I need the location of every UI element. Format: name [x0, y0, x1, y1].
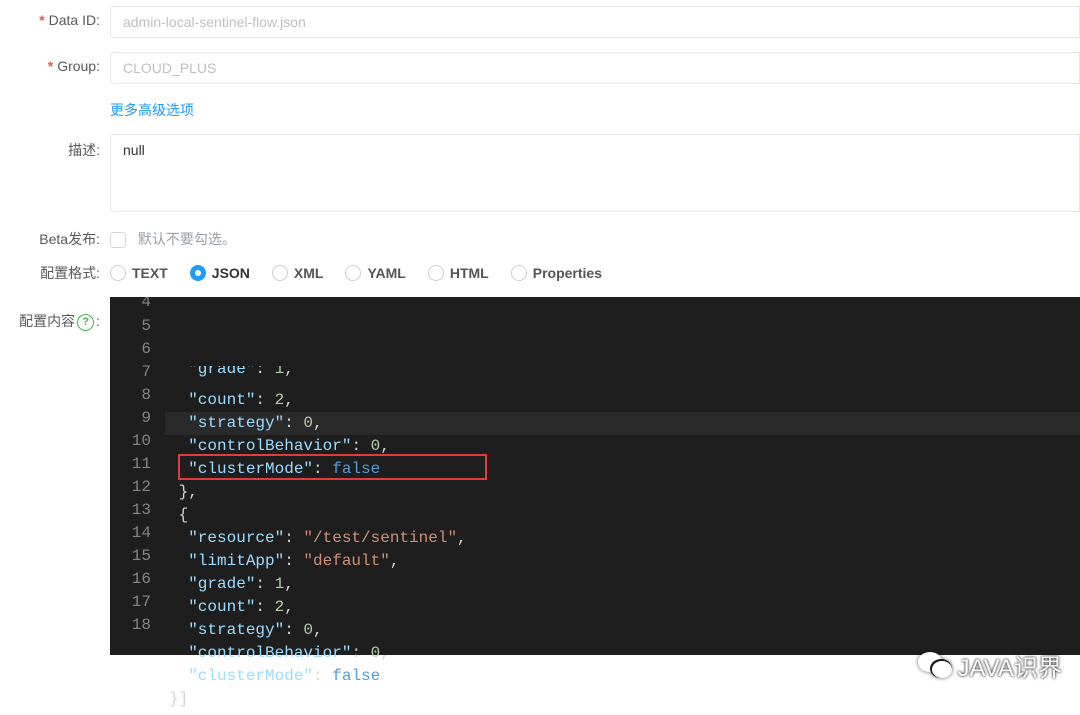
- radio-label: HTML: [450, 265, 489, 281]
- code-line[interactable]: "strategy": 0,: [165, 412, 1080, 435]
- format-radio-properties[interactable]: Properties: [511, 265, 602, 281]
- code-line[interactable]: "controlBehavior": 0,: [165, 435, 1080, 458]
- radio-dot-icon: [345, 265, 361, 281]
- code-line[interactable]: "clusterMode": false: [165, 458, 1080, 481]
- radio-label: JSON: [212, 265, 250, 281]
- group-input[interactable]: [110, 52, 1080, 84]
- radio-label: YAML: [367, 265, 405, 281]
- format-radio-yaml[interactable]: YAML: [345, 265, 405, 281]
- radio-label: XML: [294, 265, 324, 281]
- code-line[interactable]: "count": 2,: [165, 389, 1080, 412]
- code-line[interactable]: },: [165, 481, 1080, 504]
- code-line[interactable]: "strategy": 0,: [165, 619, 1080, 642]
- row-group: *Group:: [0, 52, 1080, 84]
- code-line[interactable]: "clusterMode": false: [165, 665, 1080, 688]
- row-desc: 描述: null: [0, 134, 1080, 215]
- format-radio-html[interactable]: HTML: [428, 265, 489, 281]
- label-format: 配置格式:: [0, 263, 110, 283]
- code-editor[interactable]: 456789101112131415161718 "grade": 1, "co…: [110, 297, 1080, 655]
- format-radio-xml[interactable]: XML: [272, 265, 324, 281]
- label-content: 配置内容?:: [0, 297, 110, 331]
- label-group: *Group:: [0, 52, 110, 74]
- radio-dot-icon: [272, 265, 288, 281]
- radio-dot-icon: [428, 265, 444, 281]
- radio-dot-icon: [511, 265, 527, 281]
- beta-hint: 默认不要勾选。: [138, 231, 236, 247]
- code-line[interactable]: {: [165, 504, 1080, 527]
- code-line[interactable]: "resource": "/test/sentinel",: [165, 527, 1080, 550]
- row-beta: Beta发布: 默认不要勾选。: [0, 229, 1080, 249]
- label-desc: 描述:: [0, 134, 110, 160]
- more-options-link[interactable]: 更多高级选项: [110, 98, 194, 120]
- code-line[interactable]: "grade": 1,: [165, 573, 1080, 596]
- radio-dot-icon: [190, 265, 206, 281]
- code-line[interactable]: }]: [165, 688, 1080, 711]
- row-format: 配置格式: TEXT JSON XML YAML HTML Properties: [0, 263, 1080, 283]
- data-id-input[interactable]: [110, 6, 1080, 38]
- editor-gutter: 456789101112131415161718: [110, 297, 165, 655]
- code-line[interactable]: "count": 2,: [165, 596, 1080, 619]
- help-icon[interactable]: ?: [77, 314, 94, 331]
- row-data-id: *Data ID:: [0, 6, 1080, 38]
- format-radio-group: TEXT JSON XML YAML HTML Properties: [110, 265, 1080, 281]
- editor-code[interactable]: "grade": 1, "count": 2, "strategy": 0, "…: [165, 297, 1080, 655]
- row-content: 配置内容?: 456789101112131415161718 "grade":…: [0, 297, 1080, 655]
- desc-textarea[interactable]: null: [110, 134, 1080, 212]
- code-line[interactable]: "limitApp": "default",: [165, 550, 1080, 573]
- radio-label: TEXT: [132, 265, 168, 281]
- config-form: *Data ID: *Group: 更多高级选项 描述: null Beta发布…: [0, 0, 1080, 655]
- format-radio-text[interactable]: TEXT: [110, 265, 168, 281]
- label-beta: Beta发布:: [0, 229, 110, 249]
- code-line[interactable]: "controlBehavior": 0,: [165, 642, 1080, 665]
- beta-checkbox[interactable]: [110, 232, 126, 248]
- row-more-options: 更多高级选项: [0, 98, 1080, 120]
- code-line[interactable]: "grade": 1,: [165, 366, 1080, 389]
- label-data-id: *Data ID:: [0, 6, 110, 28]
- radio-dot-icon: [110, 265, 126, 281]
- format-radio-json[interactable]: JSON: [190, 265, 250, 281]
- radio-label: Properties: [533, 265, 602, 281]
